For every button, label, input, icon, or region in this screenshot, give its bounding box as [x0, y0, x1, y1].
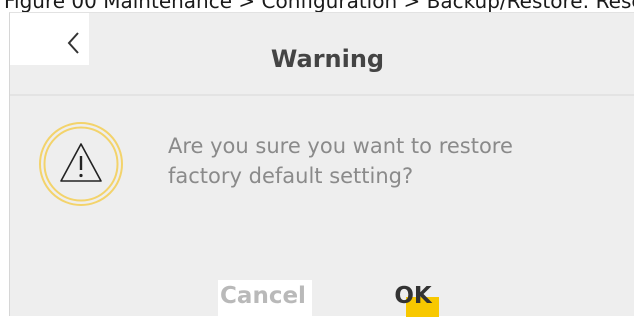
cancel-button[interactable]: Cancel	[208, 275, 318, 317]
chevron-left-icon[interactable]	[64, 29, 84, 57]
figure-caption: Figure 00 Maintenance > Configuration > …	[4, 0, 634, 12]
figure-caption-strip: Figure 00 Maintenance > Configuration > …	[0, 0, 634, 12]
dialog-message: Are you sure you want to restore factory…	[168, 131, 568, 191]
ok-button[interactable]: OK	[378, 275, 448, 317]
warning-triangle-icon	[39, 122, 123, 206]
dialog-header: Warning	[10, 13, 634, 94]
message-line-2: factory default setting?	[168, 164, 414, 188]
message-line-1: Are you sure you want to restore	[168, 134, 513, 158]
warning-dialog: Warning Are you sure you want to restore…	[9, 12, 634, 317]
dialog-title: Warning	[270, 45, 385, 73]
header-divider	[10, 94, 634, 96]
